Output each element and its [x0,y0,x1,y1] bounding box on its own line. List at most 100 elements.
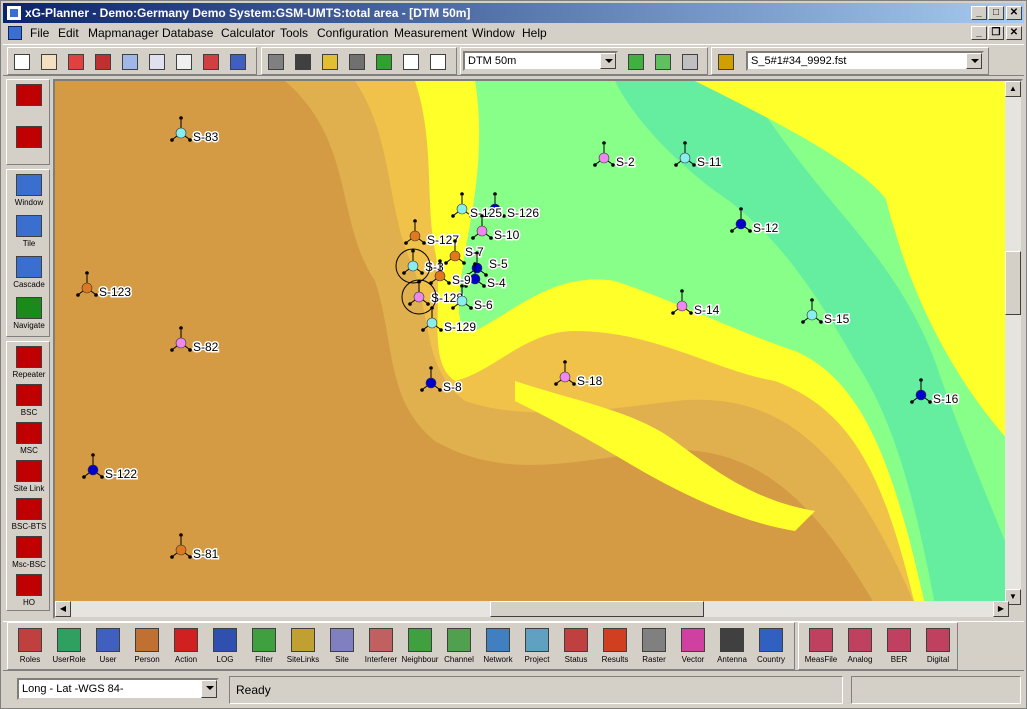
person-button[interactable]: Person [127,625,167,669]
horizontal-scroll-thumb[interactable] [490,601,704,617]
channel-button[interactable]: Channel [439,625,479,669]
msc-bsc-button[interactable]: Msc-BSC [9,534,49,574]
vertical-scroll-thumb[interactable] [1005,251,1021,315]
route-icon[interactable] [227,51,249,73]
analog-button[interactable]: Analog [840,625,880,669]
measure-icon[interactable] [200,51,222,73]
site-dot[interactable] [434,270,446,282]
site-tool-icon[interactable] [65,51,87,73]
database-cylinder-icon[interactable] [346,51,368,73]
menu-mapmanager[interactable]: Mapmanager [88,26,159,40]
neighbour-button[interactable]: Neighbour [400,625,440,669]
help-cursor-icon[interactable] [400,51,422,73]
repeater-button[interactable]: Repeater [9,344,49,384]
action-button[interactable]: Action [166,625,206,669]
transmitter-icon[interactable] [319,51,341,73]
map-view[interactable]: S-83 S-2 S-11 S-126 S-12 S-125 S-10 S-127 S-7 S-5… [53,79,1023,619]
minimize-button[interactable]: _ [971,6,987,20]
menu-tools[interactable]: Tools [280,26,308,40]
maximize-button[interactable]: □ [988,6,1004,20]
site-dot[interactable] [175,544,187,556]
chevron-down-icon[interactable] [201,680,217,698]
bsc-button[interactable]: BSC [9,382,49,422]
filter-button[interactable]: Filter [244,625,284,669]
menu-measurement[interactable]: Measurement [394,26,467,40]
site-dot[interactable] [407,260,419,272]
site-dot[interactable] [456,295,468,307]
user-button[interactable]: User [88,625,128,669]
site-link-button[interactable]: Site Link [9,458,49,498]
site-dot[interactable] [449,250,461,262]
menu-configuration[interactable]: Configuration [317,26,388,40]
antenna-button[interactable]: Antenna [712,625,752,669]
site-dot[interactable] [426,317,438,329]
scale-icon[interactable] [173,51,195,73]
cascade-button[interactable]: Cascade [9,254,49,294]
chevron-down-icon[interactable] [600,53,616,69]
site-dot[interactable] [413,291,425,303]
interferer-button[interactable]: Interferer [361,625,401,669]
ber-button[interactable]: BER [879,625,919,669]
zoom-out-box-icon[interactable] [119,51,141,73]
site-button[interactable]: Site [322,625,362,669]
window-icon[interactable] [427,51,449,73]
msc-button[interactable]: MSC [9,420,49,460]
menu-edit[interactable]: Edit [58,26,79,40]
meas-file-button[interactable]: MeasFile [801,625,841,669]
site-dot[interactable] [598,152,610,164]
bsc-bts-button[interactable]: BSC-BTS [9,496,49,536]
site-dot[interactable] [476,225,488,237]
site-dot[interactable] [456,203,468,215]
site-dot[interactable] [915,389,927,401]
user-role-button[interactable]: UserRole [49,625,89,669]
db-profile-button[interactable] [9,124,49,164]
scroll-right-icon[interactable]: ▶ [993,601,1009,617]
site-dot[interactable] [425,377,437,389]
menu-file[interactable]: File [30,26,49,40]
mdi-document-icon[interactable] [8,26,22,40]
site-dot[interactable] [409,230,421,242]
site-dot[interactable] [175,127,187,139]
grid-table-icon[interactable] [265,51,287,73]
site-dot[interactable] [806,309,818,321]
site-dot[interactable] [81,282,93,294]
vertical-scrollbar[interactable]: ▲ ▼ [1005,81,1021,605]
site-dot[interactable] [469,273,481,285]
zoom-in-icon[interactable] [146,51,168,73]
site-dot[interactable] [676,300,688,312]
los-calc-icon[interactable] [292,51,314,73]
chevron-down-icon[interactable] [966,53,982,69]
horizontal-scrollbar[interactable]: ◀ ▶ [55,601,1009,617]
menu-calculator[interactable]: Calculator [221,26,275,40]
los-button[interactable] [9,82,49,122]
select-arrow-icon[interactable] [11,51,33,73]
projection-select[interactable]: Long - Lat -WGS 84- [17,678,219,700]
site-links-button[interactable]: SiteLinks [283,625,323,669]
mdi-close-button[interactable]: ✕ [1006,26,1022,40]
rays-icon[interactable] [652,51,674,73]
site-dot[interactable] [735,218,747,230]
app-icon[interactable] [6,5,22,21]
window-button[interactable]: Window [9,172,49,212]
site-dot[interactable] [679,152,691,164]
pan-hand-icon[interactable] [38,51,60,73]
map-layer-select[interactable]: DTM 50m [463,51,618,71]
menu-window[interactable]: Window [472,26,515,40]
status-button[interactable]: Status [556,625,596,669]
report-icon[interactable] [373,51,395,73]
calculator-icon[interactable] [92,51,114,73]
menu-database[interactable]: Database [162,26,213,40]
vector-button[interactable]: Vector [673,625,713,669]
close-button[interactable]: ✕ [1006,6,1022,20]
mast-icon[interactable] [679,51,701,73]
site-dot[interactable] [175,337,187,349]
terrain-map[interactable]: S-83S-2 S-11S-126S-12S-125S-10S-127S-7S-5… [55,81,1009,605]
site-dot[interactable] [87,464,99,476]
network-green-icon[interactable] [625,51,647,73]
scroll-left-icon[interactable]: ◀ [55,601,71,617]
site-dot[interactable] [559,371,571,383]
results-button[interactable]: Results [595,625,635,669]
coverage-file-icon[interactable] [715,51,737,73]
mdi-minimize-button[interactable]: _ [971,26,987,40]
digital-button[interactable]: Digital [918,625,958,669]
